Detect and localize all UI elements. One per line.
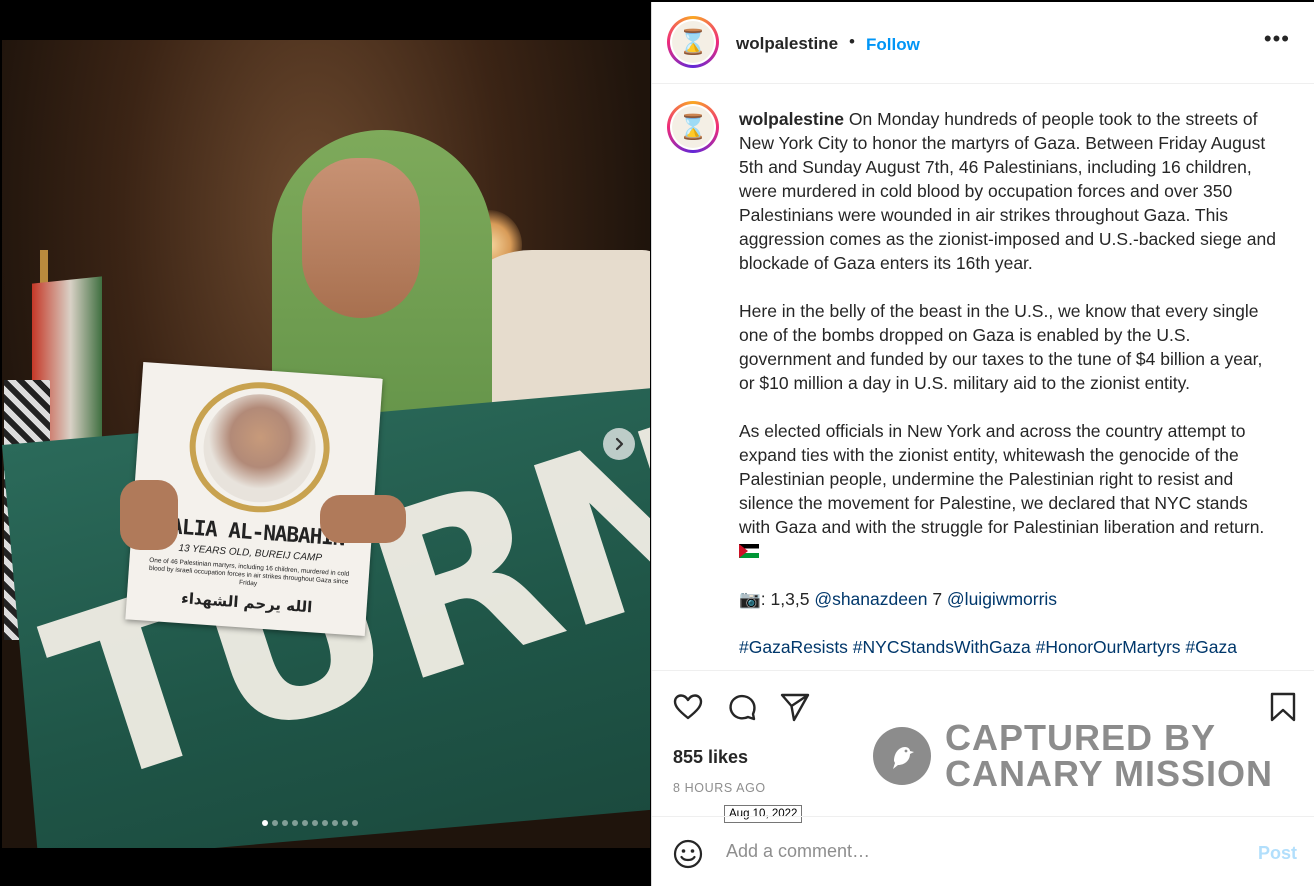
carousel-dot[interactable] [262,820,268,826]
more-options-icon[interactable]: ••• [1264,26,1290,52]
camera-icon: 📷 [739,589,761,609]
caption-username[interactable]: wolpalestine [739,109,844,129]
caption-scroll-area[interactable]: ⌛ wolpalestine On Monday hundreds of peo… [652,85,1314,669]
hand-right [320,495,406,543]
share-icon[interactable] [779,691,811,723]
post-media: TURN DALIA AL-NABAHIN 13 YEARS OLD, BURE… [0,0,651,886]
carousel-dot[interactable] [282,820,288,826]
header-avatar[interactable]: ⌛ [667,16,719,68]
header-username[interactable]: wolpalestine [736,34,838,54]
mention-luigiwmorris[interactable]: @luigiwmorris [947,589,1057,609]
post-caption: wolpalestine On Monday hundreds of peopl… [739,107,1279,669]
post-header: ⌛ wolpalestine • Follow ••• [652,2,1314,84]
hourglass-icon: ⌛ [672,106,714,148]
hourglass-icon: ⌛ [672,21,714,63]
credits-mid: 7 [927,589,947,609]
comment-input[interactable] [726,841,1206,862]
carousel-dot[interactable] [302,820,308,826]
carousel-dot[interactable] [322,820,328,826]
post-timestamp[interactable]: 8 HOURS AGO [673,781,766,795]
post-comment-button[interactable]: Post [1258,843,1297,864]
likes-count[interactable]: 855 likes [673,747,748,768]
next-slide-button[interactable] [603,428,635,460]
caption-hashtags[interactable]: #GazaResists #NYCStandsWithGaza #HonorOu… [739,635,1279,659]
hand-left [120,480,178,550]
carousel-dot[interactable] [272,820,278,826]
carousel-dot[interactable] [292,820,298,826]
caption-paragraph-2: Here in the belly of the beast in the U.… [739,301,1268,393]
bookmark-icon[interactable] [1267,691,1299,723]
credits-prefix: : 1,3,5 [760,589,815,609]
caption-paragraph-1: On Monday hundreds of people took to the… [739,109,1281,273]
mention-shanazdeen[interactable]: @shanazdeen [814,589,927,609]
carousel-dots [262,820,358,826]
watermark-line-2: CANARY MISSION [945,753,1274,794]
watermark-text: CAPTURED BY CANARY MISSION [945,720,1273,792]
carousel-dot[interactable] [312,820,318,826]
watermark-line-1: CAPTURED BY [945,717,1217,758]
chevron-right-icon [615,437,624,451]
comment-bar: Post [652,816,1314,886]
palestine-flag-icon [739,544,759,558]
carousel-dot[interactable] [332,820,338,826]
follow-button[interactable]: Follow [866,35,920,55]
bird-icon [893,747,914,769]
heart-icon[interactable] [672,691,704,723]
carousel-dot[interactable] [342,820,348,826]
emoji-icon[interactable] [672,838,704,870]
watermark: CAPTURED BY CANARY MISSION [873,720,1273,792]
carousel-dot[interactable] [352,820,358,826]
post-photo[interactable]: TURN DALIA AL-NABAHIN 13 YEARS OLD, BURE… [2,40,650,848]
header-separator: • [849,32,855,51]
canary-logo-icon [873,727,931,785]
woman-face [302,158,420,318]
caption-avatar[interactable]: ⌛ [667,101,719,153]
comment-icon[interactable] [726,691,758,723]
caption-paragraph-3: As elected officials in New York and acr… [739,421,1265,537]
